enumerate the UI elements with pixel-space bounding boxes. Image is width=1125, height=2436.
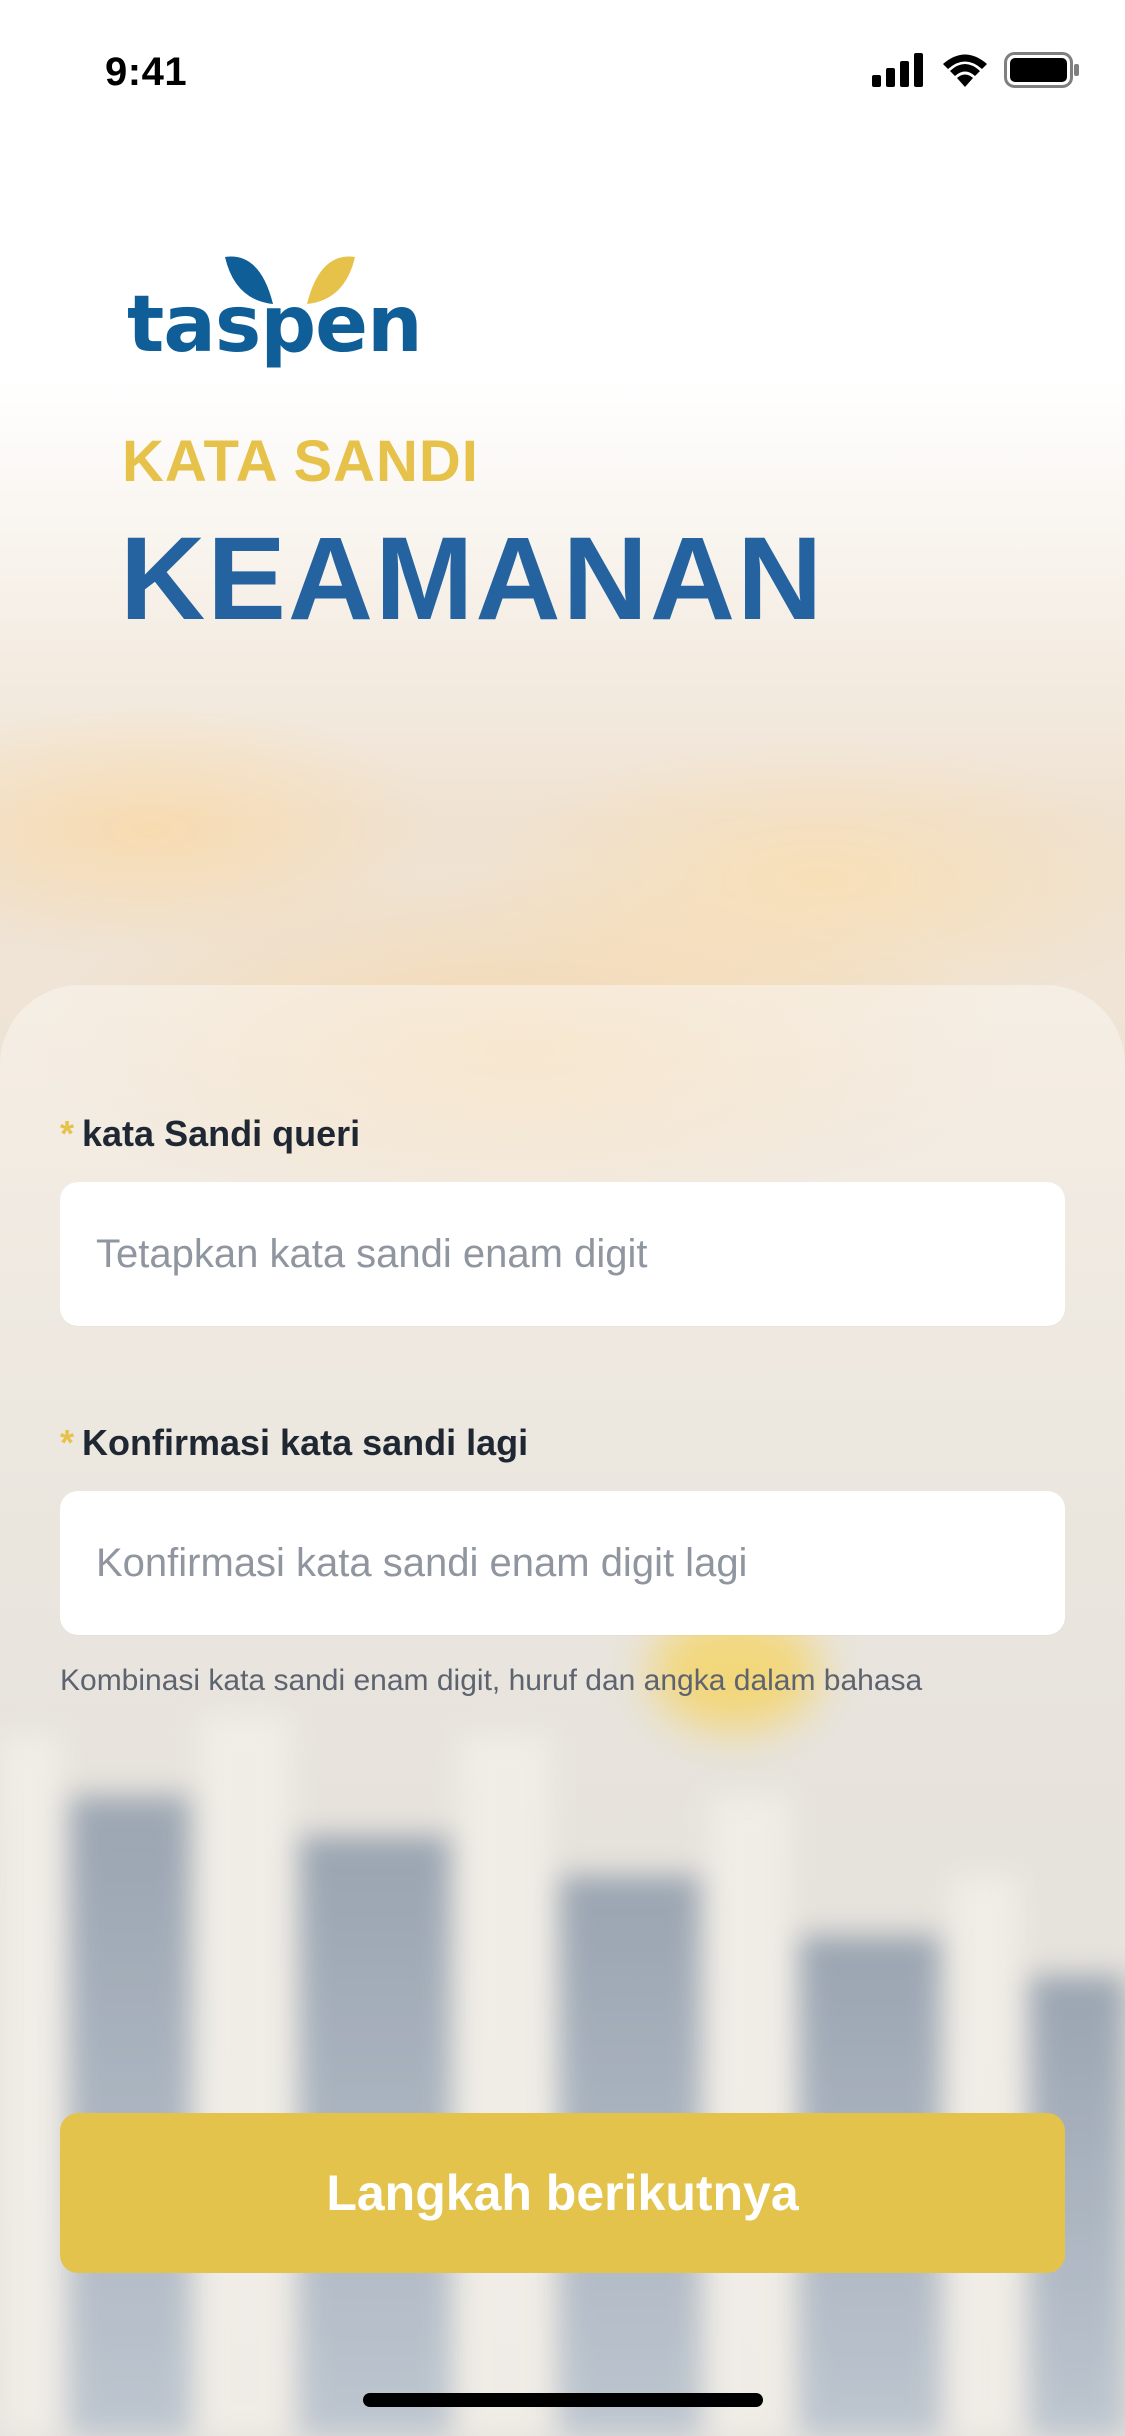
battery-icon [1004,52,1079,88]
confirm-password-label: * Konfirmasi kata sandi lagi [60,1422,528,1464]
required-mark: * [60,1422,75,1463]
status-icons [872,52,1080,88]
confirm-password-input[interactable] [60,1491,1065,1635]
password-label-text: kata Sandi queri [82,1113,361,1154]
page-title: KEAMANAN [120,513,825,645]
password-hint: Kombinasi kata sandi enam digit, huruf d… [60,1664,923,1697]
wifi-icon [943,54,987,87]
password-input[interactable] [60,1182,1065,1326]
required-mark: * [60,1113,75,1154]
home-indicator [363,2393,763,2407]
cellular-signal-icon [872,53,923,87]
confirm-password-label-text: Konfirmasi kata sandi lagi [82,1422,529,1463]
password-label: * kata Sandi queri [60,1113,360,1155]
status-time: 9:41 [105,50,188,94]
next-step-button[interactable]: Langkah berikutnya [60,2113,1065,2273]
page-subtitle: KATA SANDI [122,429,479,494]
logo-text: taspen [127,280,423,370]
taspen-logo: taspen [127,252,423,370]
